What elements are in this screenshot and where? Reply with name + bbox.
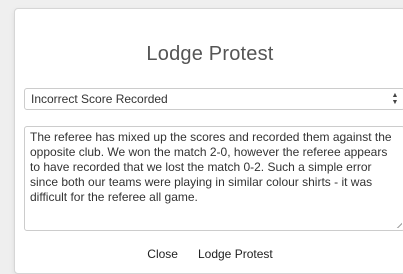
close-button[interactable]: Close [140, 243, 185, 265]
protest-reason-select[interactable]: Incorrect Score Recorded ▲ ▼ [24, 88, 403, 110]
dialog-title: Lodge Protest [146, 43, 274, 65]
lodge-protest-dialog: Lodge Protest Incorrect Score Recorded ▲… [14, 8, 403, 274]
protest-details-text: The referee has mixed up the scores and … [30, 130, 392, 204]
protest-reason-selected-value: Incorrect Score Recorded [31, 92, 168, 106]
select-arrows-icon: ▲ ▼ [391, 92, 399, 106]
protest-details-textarea[interactable]: The referee has mixed up the scores and … [24, 126, 403, 231]
resize-grip-icon[interactable] [396, 222, 402, 228]
lodge-protest-button[interactable]: Lodge Protest [190, 243, 280, 265]
dialog-footer: Close Lodge Protest [15, 243, 403, 265]
